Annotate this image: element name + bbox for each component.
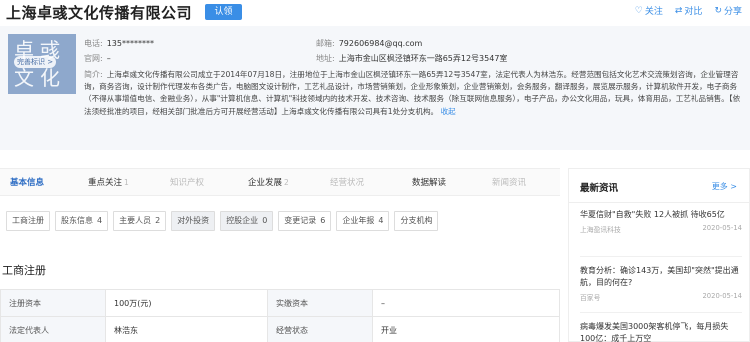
news-source: 百家号 xyxy=(580,294,601,302)
table-row: 注册资本 100万(元) 实缴资本 – xyxy=(0,289,560,317)
email-value[interactable]: 792606984@qq.com xyxy=(339,38,423,49)
company-intro: 简介: 上海卓彧文化传播有限公司成立于2014年07月18日，注册地位于上海市金山… xyxy=(84,70,741,116)
news-item-title[interactable]: 教育分析：确诊143万，美国却"突然"提出通航，目的何在? xyxy=(580,265,742,289)
main-tabs: 基本信息 重点关注 1 知识产权 企业发展 2 经营状况 数据解读 新闻资讯 xyxy=(0,168,560,196)
phone-value: 135******** xyxy=(106,39,154,48)
news-source: 上海盈讯科技 xyxy=(580,226,621,234)
news-header: 最新资讯 更多 > xyxy=(569,169,749,203)
spacer xyxy=(0,150,750,166)
address-row: 地址: 上海市金山区枫泾镇环东一路65弄12号3547室 xyxy=(316,54,508,63)
news-item[interactable]: 教育分析：确诊143万，美国却"突然"提出通航，目的何在? 百家号 2020-0… xyxy=(580,265,742,313)
claim-button[interactable]: 认领 xyxy=(205,4,242,20)
news-date: 2020-05-14 xyxy=(702,292,742,300)
follow-action[interactable]: ♡ 关注 xyxy=(634,4,663,18)
intro-text: 上海卓彧文化传播有限公司成立于2014年07月18日，注册地位于上海市金山区枫泾… xyxy=(84,70,741,116)
address-value: 上海市金山区枫泾镇环东一路65弄12号3547室 xyxy=(338,54,508,63)
table-value: 100万(元) xyxy=(105,289,268,317)
table-value: – xyxy=(372,289,560,317)
news-panel: 最新资讯 更多 > 华夏信财"自救"失败 12人被抓 待收65亿 上海盈讯科技 … xyxy=(568,168,750,342)
tab-basic-info[interactable]: 基本信息 xyxy=(10,169,44,197)
table-row: 法定代表人 林浩东 经营状态 开业 xyxy=(0,316,560,342)
news-more-link[interactable]: 更多 > xyxy=(712,181,737,192)
website-value: – xyxy=(106,54,111,63)
registration-table: 注册资本 100万(元) 实缴资本 – 法定代表人 林浩东 经营状态 开业 xyxy=(0,289,560,342)
subtab-holding[interactable]: 控股企业 0 xyxy=(220,211,274,231)
tab-news[interactable]: 新闻资讯 xyxy=(492,169,526,197)
sub-tabs: 工商注册 股东信息 4 主要人员 2 对外投资 控股企业 0 变更记录 6 企业年报 4 … xyxy=(6,211,439,231)
website-row: 官网: – xyxy=(84,54,111,63)
compare-action[interactable]: ⇄ 对比 xyxy=(674,4,703,18)
table-key: 经营状态 xyxy=(267,316,373,342)
news-item-title[interactable]: 病毒爆发美国3000架客机停飞，每月损失100亿：成千上万空 xyxy=(580,321,742,342)
table-key: 实缴资本 xyxy=(267,289,373,317)
subtab-shareholders[interactable]: 股东信息 4 xyxy=(55,211,109,231)
subtab-changes[interactable]: 变更记录 6 xyxy=(278,211,332,231)
table-key: 法定代表人 xyxy=(0,316,106,342)
company-name: 上海卓彧文化传播有限公司 xyxy=(6,4,193,22)
subtab-investments[interactable]: 对外投资 xyxy=(171,211,216,231)
table-value[interactable]: 林浩东 xyxy=(105,316,268,342)
complete-logo-badge[interactable]: 完善标识 > xyxy=(14,56,57,68)
subtab-annual-reports[interactable]: 企业年报 4 xyxy=(336,211,390,231)
tab-ip[interactable]: 知识产权 xyxy=(170,169,204,197)
email-row: 邮箱: 792606984@qq.com xyxy=(316,38,423,49)
company-logo: 卓彧文化 完善标识 > xyxy=(8,34,76,94)
table-value: 开业 xyxy=(372,316,560,342)
news-item[interactable]: 病毒爆发美国3000架客机停飞，每月损失100亿：成千上万空 xyxy=(580,321,742,342)
subtab-branches[interactable]: 分支机构 xyxy=(394,211,439,231)
subtab-registration[interactable]: 工商注册 xyxy=(6,211,50,231)
top-actions: ♡ 关注 ⇄ 对比 ↻ 分享 xyxy=(634,4,742,18)
company-info-panel: 卓彧文化 完善标识 > 电话: 135******** 官网: – 邮箱: 79… xyxy=(0,26,750,150)
registration-title: 工商注册 xyxy=(2,264,46,277)
news-title: 最新资讯 xyxy=(580,183,619,194)
tab-data-analysis[interactable]: 数据解读 xyxy=(412,169,446,197)
phone-row: 电话: 135******** xyxy=(84,39,154,48)
news-item-title[interactable]: 华夏信财"自救"失败 12人被抓 待收65亿 xyxy=(580,209,742,221)
share-action[interactable]: ↻ 分享 xyxy=(714,4,742,18)
subtab-key-people[interactable]: 主要人员 2 xyxy=(113,211,167,231)
heart-icon: ♡ xyxy=(634,5,643,16)
tab-development[interactable]: 企业发展 2 xyxy=(248,169,289,197)
news-item[interactable]: 华夏信财"自救"失败 12人被抓 待收65亿 上海盈讯科技 2020-05-14 xyxy=(580,209,742,257)
company-header: 上海卓彧文化传播有限公司 认领 ♡ 关注 ⇄ 对比 ↻ 分享 xyxy=(0,0,750,24)
tab-key-focus[interactable]: 重点关注 1 xyxy=(88,169,129,197)
share-icon: ↻ xyxy=(714,5,722,16)
news-date: 2020-05-14 xyxy=(702,224,742,232)
tab-operation[interactable]: 经营状况 xyxy=(330,169,364,197)
collapse-link[interactable]: 收起 xyxy=(441,107,456,116)
table-key: 注册资本 xyxy=(0,289,106,317)
compare-icon: ⇄ xyxy=(674,5,683,16)
